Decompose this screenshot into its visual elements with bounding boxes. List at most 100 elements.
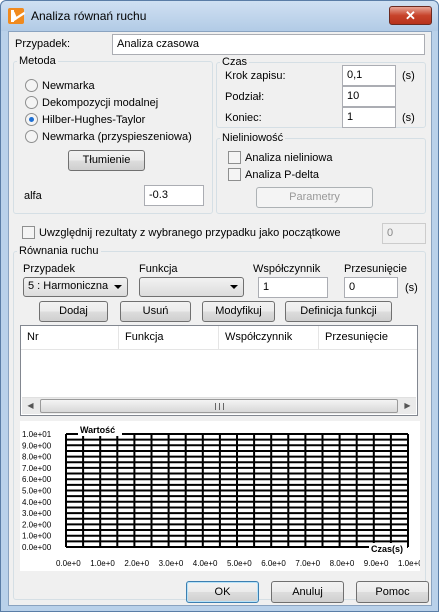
alfa-field[interactable]: -0.3 bbox=[144, 185, 204, 206]
step-unit: (s) bbox=[402, 70, 415, 82]
y-tick-label: 4.0e+00 bbox=[22, 498, 52, 507]
step-field[interactable]: 0,1 bbox=[342, 65, 396, 86]
radio-modal-decomposition[interactable]: Dekompozycji modalnej bbox=[25, 96, 158, 109]
chevron-down-icon bbox=[230, 285, 238, 289]
y-tick-label: 8.0e+00 bbox=[22, 453, 52, 462]
dialog-window: Analiza równań ruchu ✕ Przypadek: Analiz… bbox=[0, 0, 439, 612]
radio-newmark-label: Newmarka bbox=[42, 79, 95, 92]
eq-coefficient-label: Współczynnik bbox=[253, 263, 321, 275]
damping-button[interactable]: Tłumienie bbox=[68, 150, 145, 171]
y-tick-label: 7.0e+00 bbox=[22, 464, 52, 473]
division-label: Podział: bbox=[225, 91, 265, 103]
checkbox-box bbox=[22, 226, 35, 239]
eq-case-dropdown[interactable]: 5 : Harmoniczna bbox=[23, 277, 128, 297]
radio-dot bbox=[25, 79, 38, 92]
remove-button[interactable]: Usuń bbox=[120, 301, 191, 322]
end-unit: (s) bbox=[402, 112, 415, 124]
y-tick-label: 1.0e+00 bbox=[22, 532, 52, 541]
eq-case-value: 5 : Harmoniczna bbox=[28, 280, 109, 292]
title-bar[interactable]: Analiza równań ruchu ✕ bbox=[1, 1, 438, 31]
initial-case-field[interactable]: 0 bbox=[382, 223, 426, 244]
x-tick-label: 1.0e+01 bbox=[398, 559, 420, 568]
x-tick-label: 4.0e+0 bbox=[193, 559, 218, 568]
end-field[interactable]: 1 bbox=[342, 107, 396, 128]
x-tick-label: 5.0e+0 bbox=[227, 559, 252, 568]
checkbox-box bbox=[228, 151, 241, 164]
ok-button[interactable]: OK bbox=[186, 581, 259, 603]
radio-modal-decomposition-label: Dekompozycji modalnej bbox=[42, 96, 159, 109]
x-tick-label: 6.0e+0 bbox=[261, 559, 286, 568]
add-button[interactable]: Dodaj bbox=[39, 301, 108, 322]
cancel-button[interactable]: Anuluj bbox=[271, 581, 344, 603]
checkbox-box bbox=[228, 168, 241, 181]
grip-icon bbox=[215, 403, 224, 410]
eq-function-label: Funkcja bbox=[139, 263, 178, 275]
case-label: Przypadek: bbox=[15, 38, 71, 50]
y-tick-label: 5.0e+00 bbox=[22, 487, 52, 496]
eq-shift-field[interactable]: 0 bbox=[344, 277, 398, 298]
time-group-title: Czas bbox=[220, 56, 250, 68]
x-axis-label: Czas(s) bbox=[371, 544, 403, 554]
nonlinear-checkbox[interactable]: Analiza nieliniowa bbox=[228, 151, 332, 164]
function-chart: 1.0e+01 9.0e+00 8.0e+00 7.0e+00 6.0e+00 5.0e+… bbox=[20, 421, 428, 571]
radio-dot bbox=[25, 96, 38, 109]
end-label: Koniec: bbox=[225, 112, 262, 124]
app-logo-icon bbox=[8, 8, 24, 24]
scroll-left-icon[interactable]: ◀ bbox=[22, 398, 39, 414]
initial-results-checkbox[interactable]: Uwzględnij rezultaty z wybranego przypad… bbox=[22, 226, 340, 239]
column-header-shift[interactable]: Przesunięcie bbox=[319, 326, 417, 349]
scrollbar-thumb[interactable] bbox=[40, 399, 398, 413]
radio-newmark[interactable]: Newmarka bbox=[25, 79, 95, 92]
x-tick-label: 9.0e+0 bbox=[364, 559, 389, 568]
scroll-right-icon[interactable]: ▶ bbox=[399, 398, 416, 414]
radio-dot bbox=[25, 130, 38, 143]
radio-newmark-acceleration[interactable]: Newmarka (przyspieszeniowa) bbox=[25, 130, 192, 143]
header-divider bbox=[21, 349, 417, 350]
case-name-field[interactable]: Analiza czasowa bbox=[112, 34, 425, 55]
eq-case-label: Przypadek bbox=[23, 263, 75, 275]
parameters-button[interactable]: Parametry bbox=[256, 187, 373, 208]
y-tick-label: 2.0e+00 bbox=[22, 520, 52, 529]
modify-button[interactable]: Modyfikuj bbox=[202, 301, 275, 322]
y-tick-label: 0.0e+00 bbox=[22, 543, 52, 552]
step-label: Krok zapisu: bbox=[225, 70, 286, 82]
horizontal-scrollbar[interactable]: ◀ ▶ bbox=[22, 397, 416, 414]
method-group-title: Metoda bbox=[17, 55, 58, 67]
chevron-down-icon bbox=[114, 285, 122, 289]
x-tick-label: 8.0e+0 bbox=[330, 559, 355, 568]
pdelta-checkbox[interactable]: Analiza P-delta bbox=[228, 168, 319, 181]
eq-shift-unit: (s) bbox=[405, 282, 418, 294]
y-tick-label: 6.0e+00 bbox=[22, 475, 52, 484]
define-function-button[interactable]: Definicja funkcji bbox=[285, 301, 392, 322]
y-tick-label: 1.0e+01 bbox=[22, 430, 52, 439]
nonlinear-checkbox-label: Analiza nieliniowa bbox=[245, 151, 333, 164]
radio-newmark-acceleration-label: Newmarka (przyspieszeniowa) bbox=[42, 130, 192, 143]
chart-svg: 1.0e+01 9.0e+00 8.0e+00 7.0e+00 6.0e+00 5.0e+… bbox=[22, 424, 428, 568]
x-tick-label: 0.0e+0 bbox=[56, 559, 81, 568]
radio-hilber-hughes-taylor[interactable]: Hilber-Hughes-Taylor bbox=[25, 113, 145, 126]
radio-dot-selected bbox=[25, 113, 38, 126]
y-axis-label: Wartość bbox=[80, 425, 115, 435]
equations-list[interactable]: Nr Funkcja Współczynnik Przesunięcie ◀ ▶ bbox=[20, 325, 418, 416]
nonlinearity-group-title: Nieliniowość bbox=[220, 132, 286, 144]
column-header-nr[interactable]: Nr bbox=[21, 326, 119, 349]
initial-results-label: Uwzględnij rezultaty z wybranego przypad… bbox=[39, 226, 341, 239]
window-title: Analiza równań ruchu bbox=[31, 9, 147, 23]
x-tick-label: 7.0e+0 bbox=[295, 559, 320, 568]
eq-coefficient-field[interactable]: 1 bbox=[258, 277, 328, 298]
x-tick-label: 3.0e+0 bbox=[159, 559, 184, 568]
division-field[interactable]: 10 bbox=[342, 86, 396, 107]
pdelta-checkbox-label: Analiza P-delta bbox=[245, 168, 319, 181]
radio-hht-label: Hilber-Hughes-Taylor bbox=[42, 113, 146, 126]
eq-function-dropdown[interactable] bbox=[139, 277, 244, 297]
x-tick-label: 2.0e+0 bbox=[124, 559, 149, 568]
column-header-coefficient[interactable]: Współczynnik bbox=[219, 326, 319, 349]
column-header-function[interactable]: Funkcja bbox=[119, 326, 219, 349]
help-button[interactable]: Pomoc bbox=[356, 581, 429, 603]
close-button[interactable]: ✕ bbox=[389, 6, 432, 25]
eq-shift-label: Przesunięcie bbox=[344, 263, 407, 275]
dialog-client-area: Przypadek: Analiza czasowa Metoda Newmar… bbox=[8, 31, 432, 606]
alfa-label: alfa bbox=[24, 190, 42, 202]
y-tick-label: 9.0e+00 bbox=[22, 441, 52, 450]
x-tick-label: 1.0e+0 bbox=[90, 559, 115, 568]
